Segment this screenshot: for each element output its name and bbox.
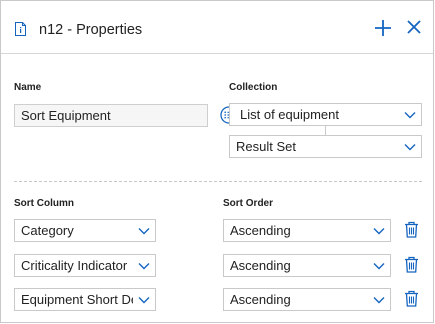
chevron-down-icon — [138, 297, 150, 304]
plus-icon[interactable] — [373, 18, 393, 38]
chevron-down-icon — [404, 144, 416, 151]
chevron-down-icon — [373, 228, 385, 235]
sort-column-select[interactable]: Criticality Indicator — [14, 254, 156, 277]
chevron-down-icon — [373, 263, 385, 270]
collection-select-value: List of equipment — [240, 107, 340, 122]
properties-panel: n12 - Properties Name Collection Sort Eq… — [0, 0, 434, 323]
collection-label: Collection — [229, 82, 278, 93]
section-divider — [14, 181, 422, 182]
chevron-down-icon — [373, 297, 385, 304]
sort-order-select[interactable]: Ascending — [223, 254, 391, 277]
sort-column-value: Criticality Indicator — [21, 258, 128, 273]
collection-connector — [325, 126, 326, 135]
trash-icon[interactable] — [404, 221, 419, 238]
trash-icon[interactable] — [404, 290, 419, 307]
sort-order-label: Sort Order — [223, 198, 274, 209]
chevron-down-icon — [404, 112, 416, 119]
sort-order-value: Ascending — [230, 258, 291, 273]
chevron-down-icon — [138, 263, 150, 270]
sort-order-select[interactable]: Ascending — [223, 288, 391, 311]
panel-title: n12 - Properties — [39, 22, 143, 38]
sort-order-value: Ascending — [230, 223, 291, 238]
panel-header: n12 - Properties — [1, 1, 433, 54]
sort-column-value: Equipment Short Description — [21, 292, 133, 307]
sort-order-select[interactable]: Ascending — [223, 219, 391, 242]
collection-select[interactable]: List of equipment — [229, 103, 422, 126]
document-info-icon — [15, 22, 26, 36]
trash-icon[interactable] — [404, 256, 419, 273]
name-label: Name — [14, 82, 42, 93]
sort-column-label: Sort Column — [14, 198, 74, 209]
sort-column-select[interactable]: Equipment Short Description — [14, 288, 156, 311]
sort-order-value: Ascending — [230, 292, 291, 307]
result-set-select[interactable]: Result Set — [229, 135, 422, 158]
chevron-down-icon — [138, 228, 150, 235]
sort-column-select[interactable]: Category — [14, 219, 156, 242]
close-icon[interactable] — [405, 18, 423, 36]
sort-column-value: Category — [21, 223, 74, 238]
result-set-select-value: Result Set — [236, 139, 296, 154]
name-input[interactable]: Sort Equipment — [14, 104, 208, 127]
